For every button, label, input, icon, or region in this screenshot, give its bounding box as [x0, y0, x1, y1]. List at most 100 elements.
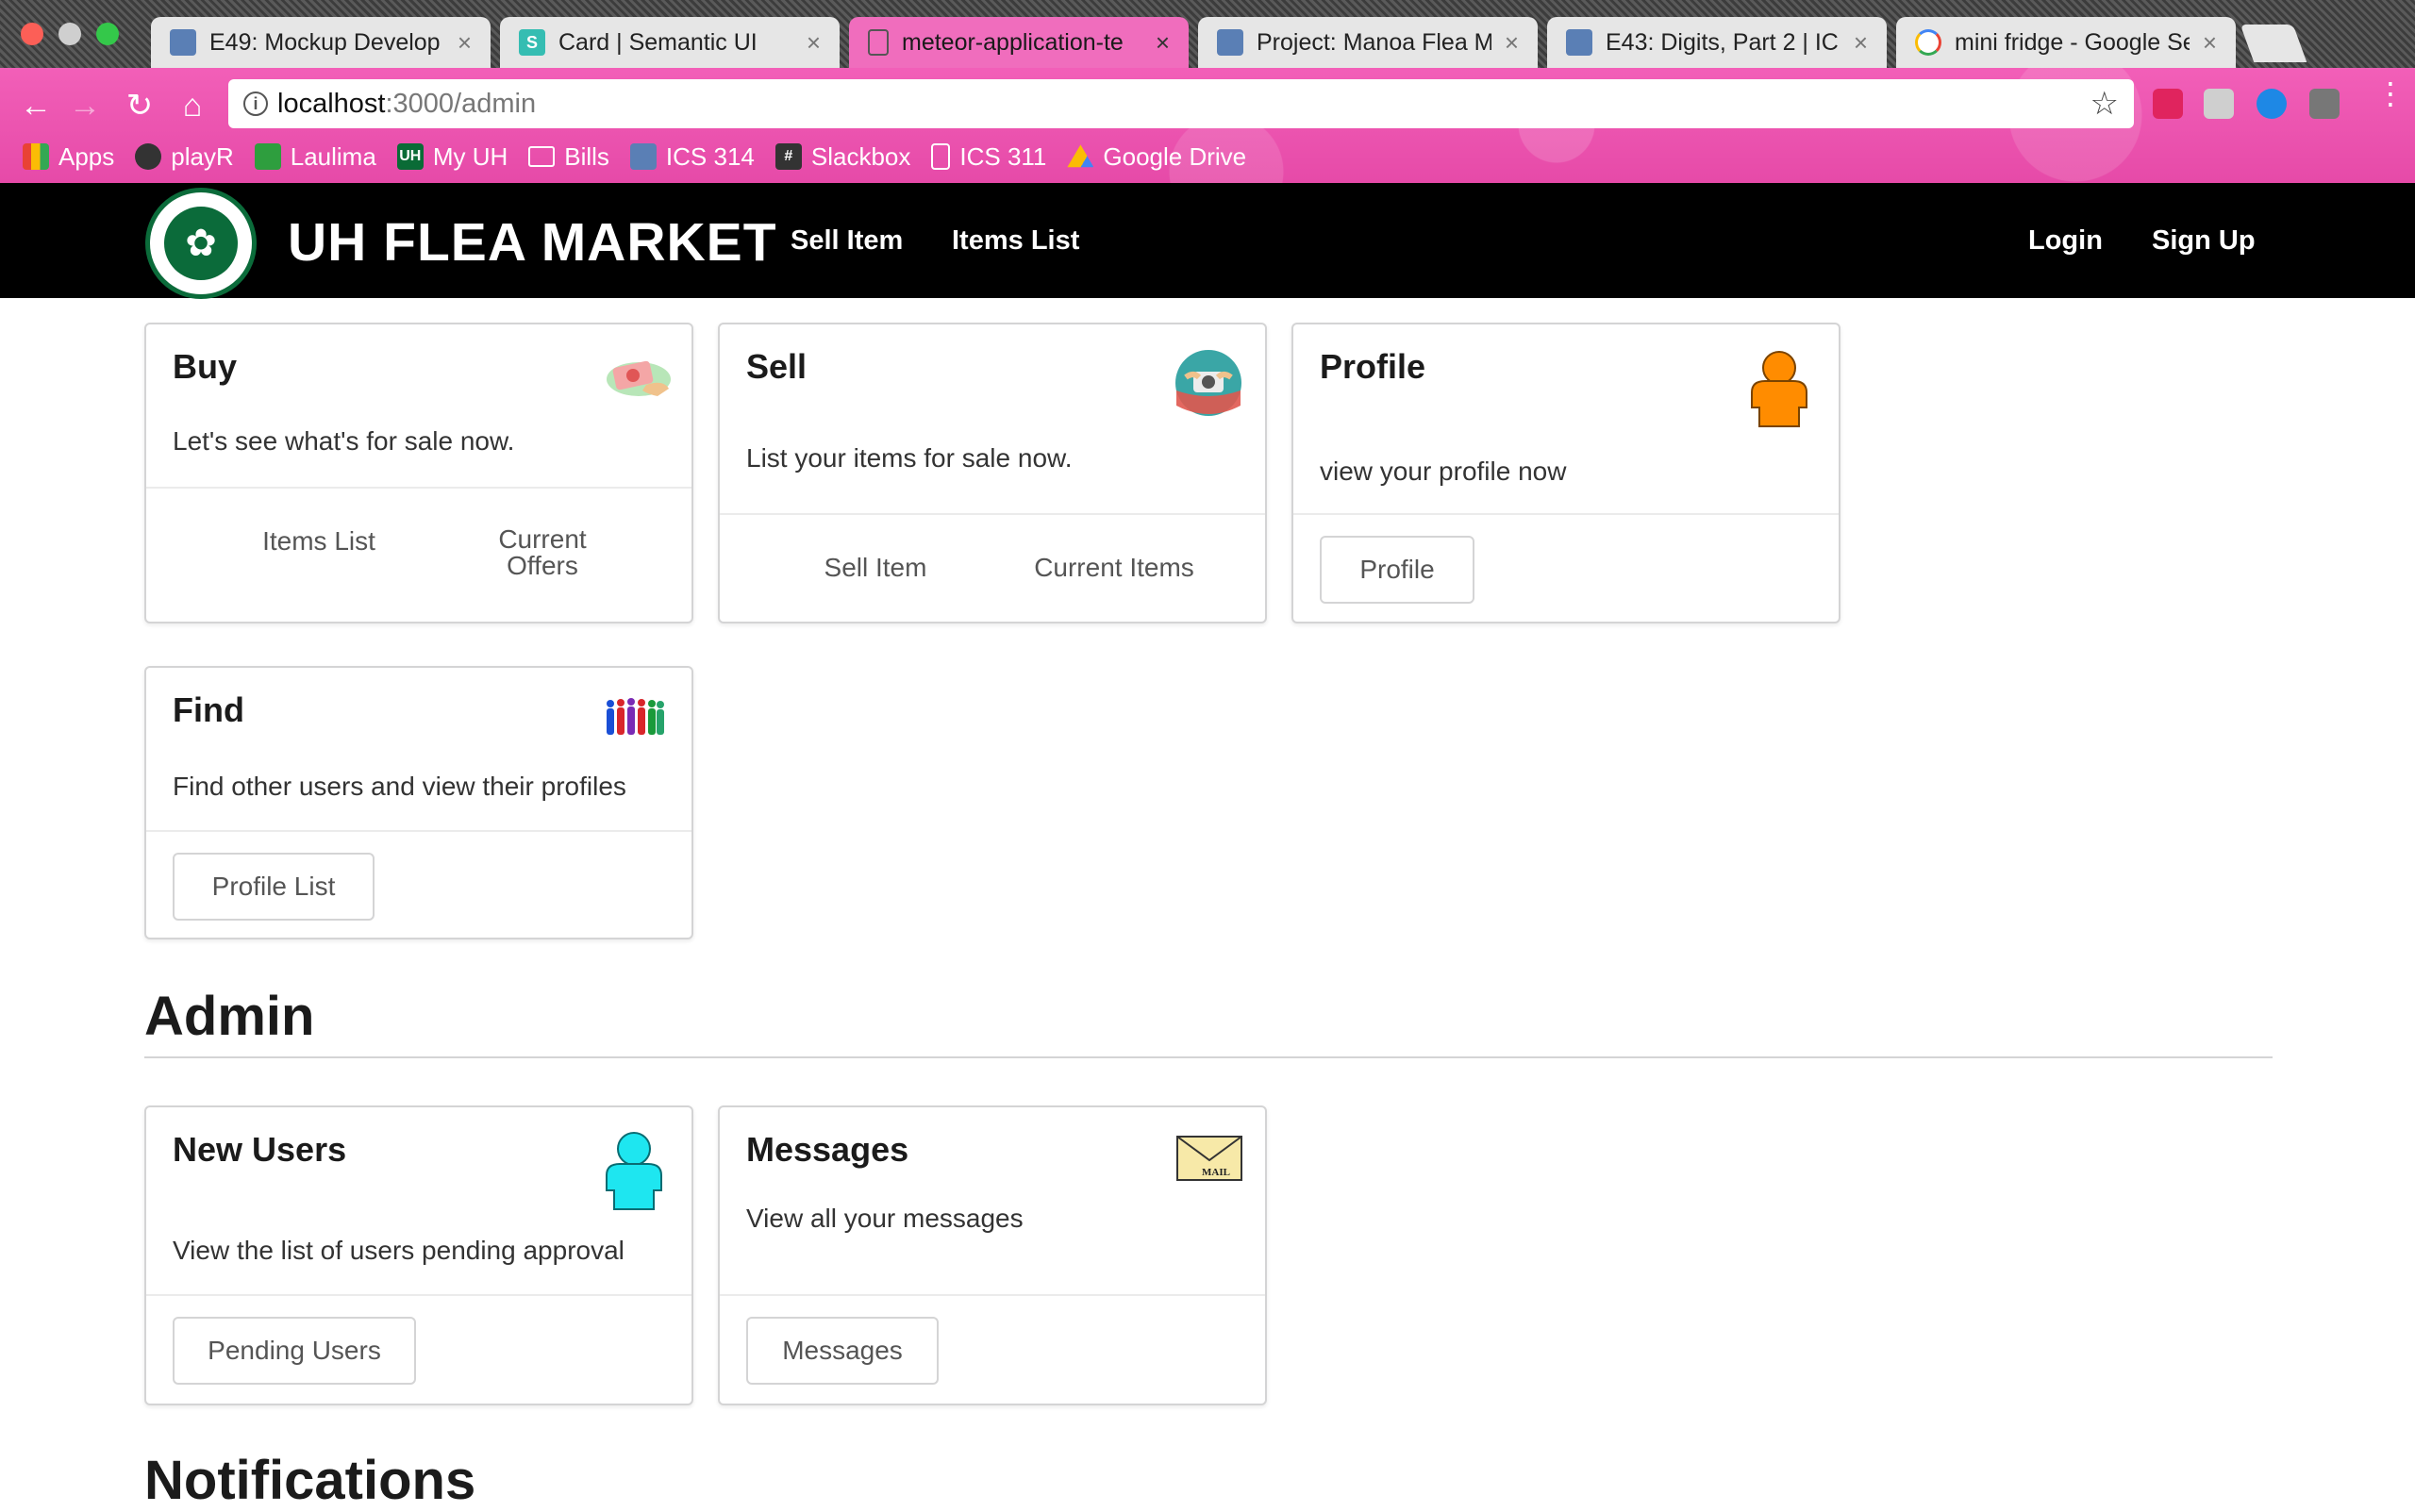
card-divider [1293, 513, 1839, 515]
card-title: Buy [173, 347, 238, 386]
bookmark-label: My UH [432, 141, 508, 171]
square-favicon-icon [1217, 29, 1243, 56]
zoom-window-button[interactable] [96, 23, 119, 45]
sell-camera-icon [1175, 350, 1241, 416]
leaf-icon [254, 143, 281, 170]
card-title: Profile [1320, 347, 1426, 386]
profile-card: Profile view your profile now Profile [1291, 323, 1840, 623]
minimize-window-button[interactable] [58, 23, 81, 45]
profile-list-button[interactable]: Profile List [173, 853, 375, 921]
people-group-icon [607, 698, 664, 735]
uh-seal-logo[interactable]: ✿ [145, 188, 257, 299]
folder-icon [528, 146, 556, 167]
bookmark-label: Bills [564, 141, 609, 171]
tab-title: mini fridge - Google Se [1955, 28, 2190, 56]
items-list-link[interactable]: Items List [239, 526, 399, 557]
tab-meteor-application[interactable]: meteor-application-te × [849, 17, 1189, 68]
extension-video-icon[interactable] [2309, 89, 2340, 119]
extension-red-icon[interactable] [2153, 89, 2183, 119]
close-icon[interactable]: × [807, 28, 821, 58]
home-icon[interactable]: ⌂ [174, 87, 211, 125]
mail-envelope-icon: MAIL [1176, 1136, 1242, 1181]
bookmark-ics-314[interactable]: ICS 314 [629, 142, 755, 172]
back-arrow-icon[interactable]: ← [17, 87, 55, 125]
bookmark-ics-311[interactable]: ICS 311 [931, 142, 1046, 172]
uh-seal-emblem-icon: ✿ [164, 207, 238, 280]
tab-title: meteor-application-te [902, 28, 1124, 56]
card-divider [146, 487, 691, 489]
tab-semantic-ui-card[interactable]: S Card | Semantic UI × [500, 17, 840, 68]
browser-menu-icon[interactable]: ⋮ [2375, 78, 2406, 108]
google-favicon-icon [1915, 29, 1941, 56]
card-description: View the list of users pending approval [173, 1236, 625, 1265]
doc-icon [931, 143, 951, 170]
new-tab-button[interactable] [2240, 25, 2307, 62]
nav-login[interactable]: Login [2028, 225, 2103, 257]
nav-sell-item[interactable]: Sell Item [791, 225, 903, 257]
pending-users-button[interactable]: Pending Users [173, 1317, 416, 1385]
nav-sign-up[interactable]: Sign Up [2152, 225, 2256, 257]
messages-button[interactable]: Messages [746, 1317, 939, 1385]
admin-heading: Admin [144, 986, 315, 1047]
forward-arrow-icon[interactable]: → [66, 87, 104, 125]
address-bar[interactable]: i localhost:3000/admin ☆ [228, 79, 2134, 128]
card-divider [720, 513, 1265, 515]
penguin-icon [135, 143, 162, 170]
card-description: View all your messages [746, 1204, 1024, 1233]
browser-tab-strip: E49: Mockup Develop × S Card | Semantic … [0, 0, 2415, 68]
bookmark-star-icon[interactable]: ☆ [2090, 85, 2119, 123]
card-divider [720, 1294, 1265, 1296]
info-icon[interactable]: i [243, 91, 268, 116]
tab-project-manoa-flea[interactable]: Project: Manoa Flea M × [1198, 17, 1538, 68]
find-card: Find Find other users and view their pro… [144, 666, 693, 939]
card-title: Messages [746, 1130, 909, 1169]
card-description: Find other users and view their profiles [173, 772, 626, 801]
profile-button[interactable]: Profile [1320, 536, 1474, 604]
bookmark-my-uh[interactable]: UH My UH [396, 141, 508, 172]
bookmark-label: Laulima [290, 141, 376, 171]
site-brand[interactable]: UH FLEA MARKET [288, 211, 777, 274]
bookmark-google-drive[interactable]: Google Drive [1067, 142, 1246, 172]
bookmark-laulima[interactable]: Laulima [254, 141, 376, 172]
bookmark-apps[interactable]: Apps [23, 142, 114, 172]
new-users-card: New Users View the list of users pending… [144, 1105, 693, 1405]
close-icon[interactable]: × [1505, 28, 1519, 58]
money-hand-icon [607, 360, 671, 396]
card-divider [146, 830, 691, 832]
person-icon [1751, 351, 1807, 427]
extension-blue-eye-icon[interactable] [2257, 89, 2287, 119]
card-title: New Users [173, 1130, 347, 1169]
close-icon[interactable]: × [458, 28, 472, 58]
card-divider [146, 1294, 691, 1296]
bookmark-playr[interactable]: playR [135, 141, 234, 172]
bookmark-slackbox[interactable]: # Slackbox [774, 141, 911, 172]
current-items-link[interactable]: Current Items [1020, 553, 1208, 583]
new-user-person-icon [606, 1132, 662, 1210]
card-title: Sell [746, 347, 808, 386]
square-favicon-icon [629, 143, 657, 170]
bookmark-bills[interactable]: Bills [528, 142, 609, 172]
bookmark-label: Google Drive [1103, 141, 1247, 171]
nav-items-list[interactable]: Items List [952, 225, 1079, 257]
close-window-button[interactable] [21, 23, 43, 45]
card-title: Find [173, 690, 244, 729]
bookmark-label: playR [171, 141, 234, 171]
sell-item-link[interactable]: Sell Item [805, 553, 946, 583]
doc-favicon-icon [868, 29, 889, 56]
current-offers-link[interactable]: Current Offers [467, 526, 618, 579]
tab-e43-digits[interactable]: E43: Digits, Part 2 | IC × [1547, 17, 1887, 68]
tab-e49-mockup[interactable]: E49: Mockup Develop × [151, 17, 491, 68]
close-icon[interactable]: × [2203, 28, 2217, 58]
tab-title: Card | Semantic UI [558, 28, 758, 56]
square-favicon-icon [170, 29, 196, 56]
reload-icon[interactable]: ↻ [121, 87, 158, 125]
bookmark-label: Slackbox [810, 141, 911, 171]
bookmark-label: ICS 311 [959, 141, 1047, 171]
close-icon[interactable]: × [1156, 28, 1170, 58]
url-host: localhost [277, 88, 386, 119]
square-favicon-icon [1566, 29, 1592, 56]
tab-google-search[interactable]: mini fridge - Google Se × [1896, 17, 2236, 68]
card-description: view your profile now [1320, 457, 1567, 486]
close-icon[interactable]: × [1854, 28, 1868, 58]
extension-grey-icon[interactable] [2204, 89, 2234, 119]
